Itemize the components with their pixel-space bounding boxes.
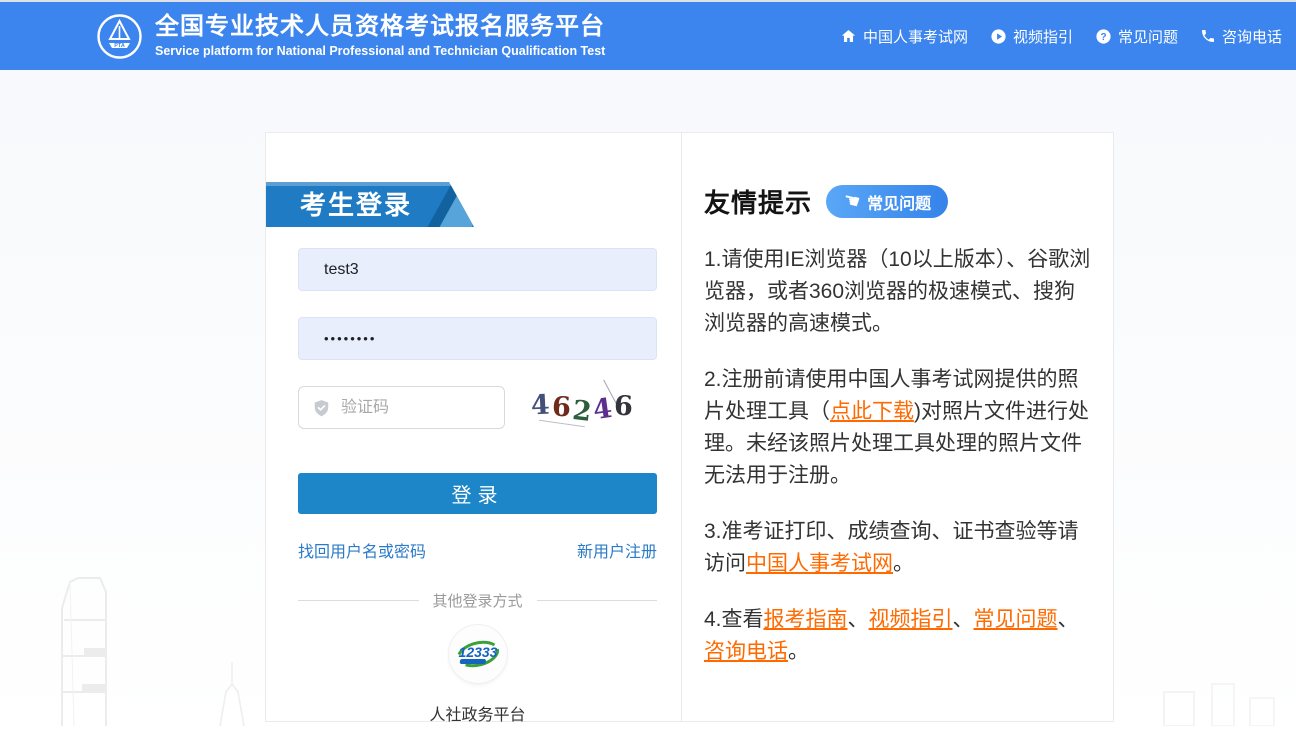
- captcha-row: 46246: [298, 379, 657, 429]
- nav-item-phone[interactable]: 咨询电话: [1200, 26, 1282, 47]
- captcha-digit: 2: [570, 394, 593, 428]
- tip-item-1: 1.请使用IE浏览器（10以上版本）、谷歌浏览器，或者360浏览器的极速模式、搜…: [704, 244, 1094, 340]
- other-login-divider: 其他登录方式: [298, 590, 657, 611]
- nav-item-label: 中国人事考试网: [862, 28, 968, 46]
- tip-text: 。: [788, 640, 809, 663]
- tip-text: 4.查看: [704, 608, 764, 631]
- tip-text: 、: [847, 608, 869, 631]
- tip-text: 、: [1057, 608, 1079, 631]
- svg-text:12333: 12333: [458, 644, 497, 660]
- building-watermark-left: [48, 556, 258, 731]
- shield-icon: [312, 398, 331, 423]
- login-panel-ribbon: 考生登录: [266, 182, 474, 227]
- login-section: 考生登录 test3 •••••••• 验证码 46246 登录 找回用户名或密…: [266, 133, 682, 724]
- svg-text:PTA: PTA: [114, 43, 125, 49]
- tip-item-3: 3.准考证打印、成绩查询、证书查验等请访问中国人事考试网。: [704, 516, 1094, 580]
- tip-link[interactable]: 中国人事考试网: [746, 552, 893, 575]
- pointing-hand-icon: ☚: [840, 189, 863, 214]
- site-title-group: 全国专业技术人员资格考试报名服务平台 Service platform for …: [155, 13, 605, 59]
- tips-section: 友情提示 ☚ 常见问题 1.请使用IE浏览器（10以上版本）、谷歌浏览器，或者3…: [682, 133, 1113, 721]
- nav-item-cpta-site[interactable]: 中国人事考试网: [840, 26, 968, 47]
- tip-link[interactable]: 报考指南: [764, 608, 848, 631]
- tips-title: 友情提示: [704, 188, 813, 218]
- tips-list: 1.请使用IE浏览器（10以上版本）、谷歌浏览器，或者360浏览器的极速模式、搜…: [704, 244, 1094, 668]
- tip-text: 、: [952, 608, 974, 631]
- tip-link[interactable]: 常见问题: [974, 608, 1058, 631]
- top-nav: 中国人事考试网 视频指引 ? 常见问题 咨询电话: [840, 26, 1282, 47]
- captcha-image[interactable]: 46246: [530, 379, 657, 429]
- nav-item-label: 常见问题: [1117, 28, 1178, 46]
- phone-icon: [1200, 28, 1216, 44]
- password-input[interactable]: [298, 317, 657, 360]
- tip-text: 。: [893, 552, 914, 575]
- faq-pill-label: 常见问题: [867, 195, 932, 213]
- faq-pill-button[interactable]: ☚ 常见问题: [826, 185, 949, 218]
- tip-link[interactable]: 视频指引: [869, 608, 953, 631]
- site-title: 全国专业技术人员资格考试报名服务平台: [155, 13, 605, 40]
- tip-text: 1.请使用IE浏览器（10以上版本）、谷歌浏览器，或者360浏览器的极速模式、搜…: [704, 248, 1091, 335]
- nav-item-faq[interactable]: ? 常见问题: [1095, 26, 1178, 47]
- captcha-digit: 4: [530, 389, 551, 421]
- username-input[interactable]: [298, 248, 657, 291]
- play-circle-icon: [990, 28, 1007, 45]
- building-watermark-right: [1158, 680, 1278, 731]
- nav-item-video-guide[interactable]: 视频指引: [990, 26, 1073, 47]
- home-icon: [840, 28, 857, 44]
- nav-item-label: 咨询电话: [1221, 28, 1282, 46]
- login-panel-title: 考生登录: [300, 190, 413, 220]
- captcha-input-wrap: [298, 386, 505, 429]
- other-login-divider-label: 其他登录方式: [432, 593, 523, 610]
- tip-item-2: 2.注册前请使用中国人事考试网提供的照片处理工具（点此下载)对照片文件进行处理。…: [704, 364, 1094, 492]
- page: PTA 全国专业技术人员资格考试报名服务平台 Service platform …: [0, 0, 1296, 731]
- question-circle-icon: ?: [1095, 28, 1112, 45]
- tip-link[interactable]: 咨询电话: [704, 640, 788, 663]
- pta-logo-icon: PTA: [96, 13, 143, 60]
- site-subtitle: Service platform for National Profession…: [155, 44, 606, 58]
- other-login-caption: 人社政务平台: [429, 707, 526, 724]
- login-form: 46246 登录 找回用户名或密码 新用户注册 其他登录方式 12333: [298, 248, 657, 725]
- tips-header: 友情提示 ☚ 常见问题: [704, 183, 1094, 220]
- header: PTA 全国专业技术人员资格考试报名服务平台 Service platform …: [0, 2, 1296, 70]
- register-link[interactable]: 新用户注册: [577, 538, 657, 562]
- login-links: 找回用户名或密码 新用户注册: [298, 538, 657, 562]
- svg-text:?: ?: [1100, 32, 1106, 43]
- login-button[interactable]: 登录: [298, 473, 657, 514]
- hrss-12333-logo-icon: 12333: [448, 625, 507, 683]
- other-login-12333[interactable]: 12333 人社政务平台: [298, 625, 657, 725]
- forgot-credentials-link[interactable]: 找回用户名或密码: [298, 538, 426, 562]
- captcha-digit: 6: [613, 390, 634, 422]
- tip-link[interactable]: 点此下载: [830, 400, 914, 423]
- tip-item-4: 4.查看报考指南、视频指引、常见问题、咨询电话。: [704, 604, 1094, 668]
- login-card: 考生登录 test3 •••••••• 验证码 46246 登录 找回用户名或密…: [265, 132, 1114, 724]
- captcha-digit: 6: [551, 391, 572, 423]
- nav-item-label: 视频指引: [1012, 28, 1073, 46]
